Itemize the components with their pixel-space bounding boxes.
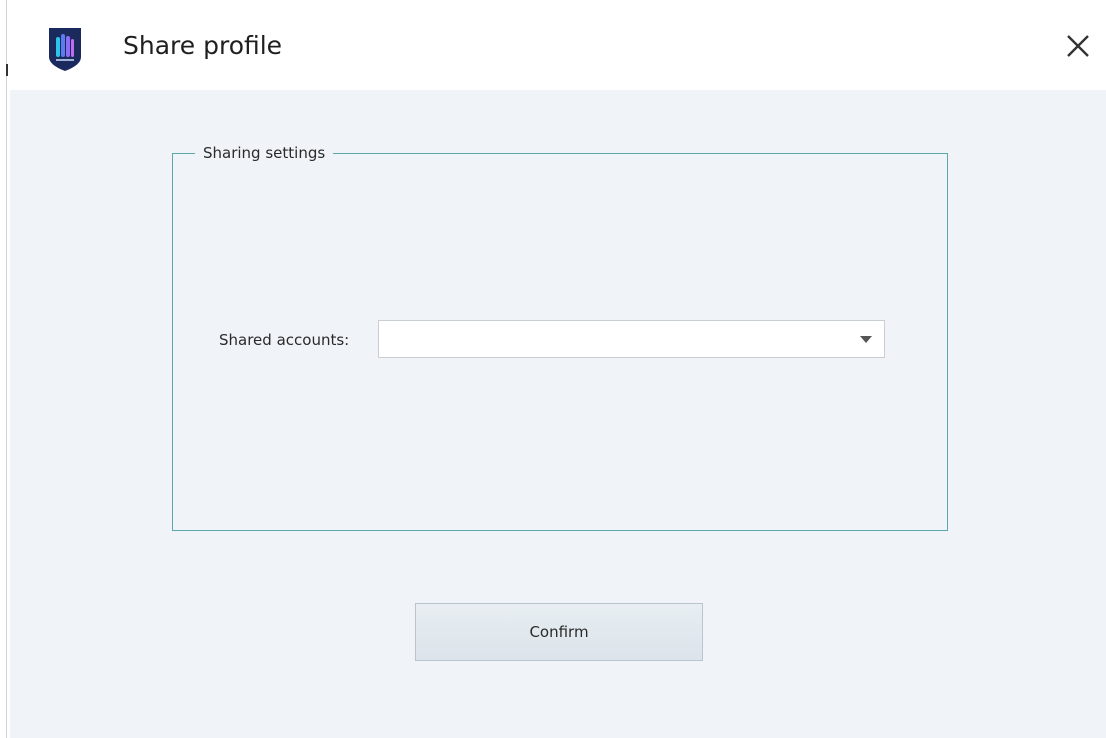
window-left-edge <box>6 0 7 738</box>
shared-accounts-dropdown[interactable] <box>378 320 885 358</box>
close-icon <box>1067 35 1089 57</box>
dialog-title: Share profile <box>123 31 283 60</box>
sharing-settings-group: Sharing settings Shared accounts: <box>172 143 948 531</box>
dialog-titlebar: Share profile <box>10 0 1106 90</box>
share-profile-dialog: Share profile Sharing settings Shared ac… <box>0 0 1106 738</box>
confirm-button[interactable]: Confirm <box>415 603 703 661</box>
shared-accounts-label: Shared accounts: <box>219 331 350 349</box>
close-button[interactable] <box>1056 24 1100 68</box>
app-shield-logo-icon <box>46 25 84 73</box>
dialog-content: Sharing settings Shared accounts: Confir… <box>10 90 1106 738</box>
chevron-down-icon[interactable] <box>860 336 872 343</box>
window-edge-marker <box>6 64 8 76</box>
sharing-settings-legend: Sharing settings <box>195 143 334 163</box>
